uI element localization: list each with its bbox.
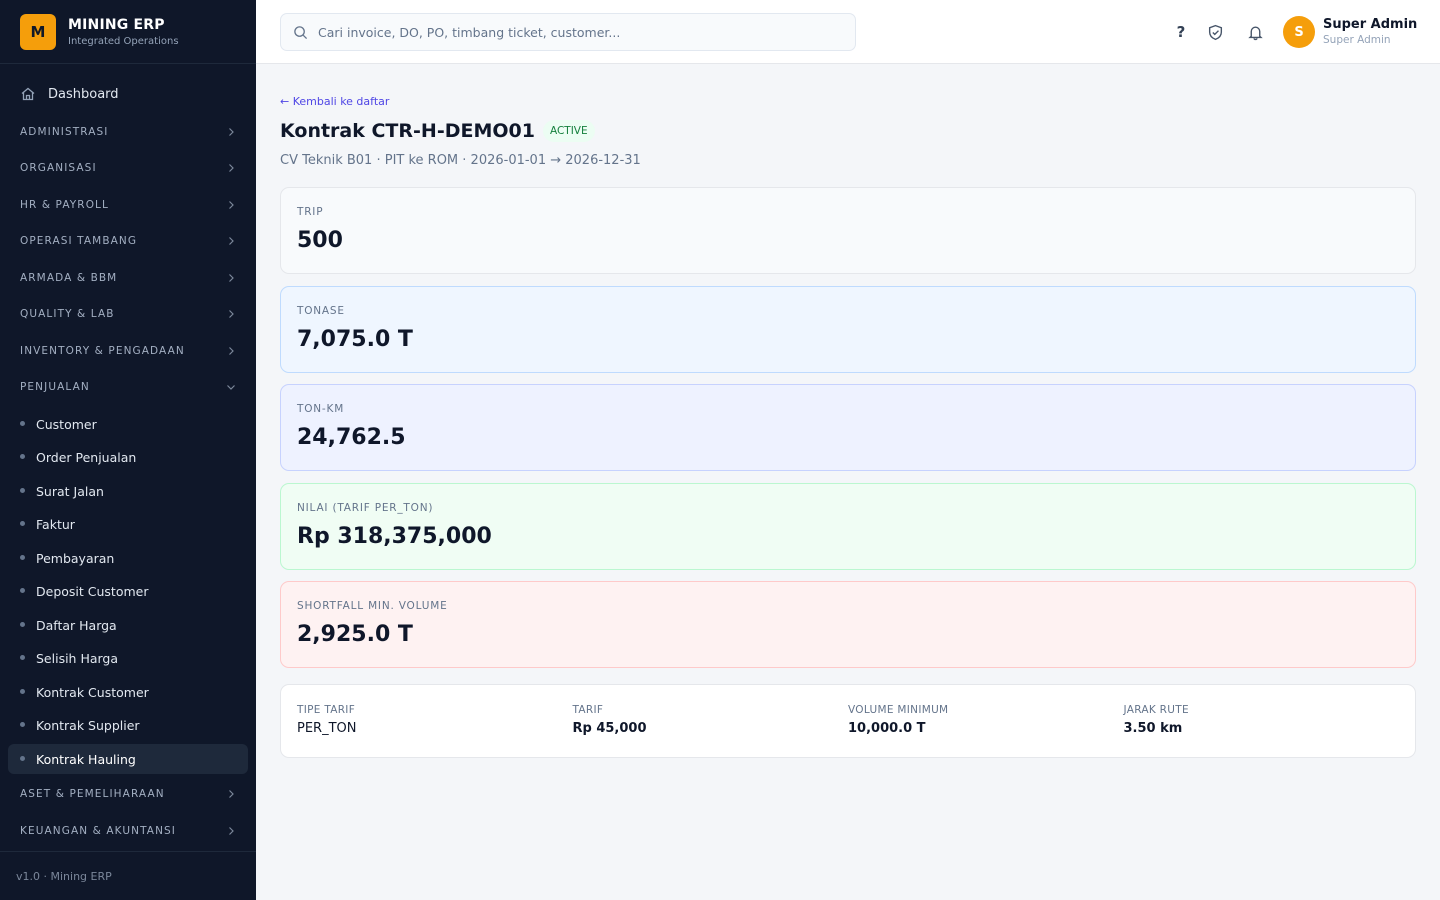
user-menu[interactable]: Super Admin Super Admin xyxy=(1323,17,1417,46)
stat-value: Rp 318,375,000 xyxy=(297,524,492,549)
status-badge: ACTIVE xyxy=(542,120,595,142)
sidebar-section-armada-bbm[interactable]: ARMADA & BBM xyxy=(8,264,248,292)
user-name: Super Admin xyxy=(1323,17,1418,32)
stat-card-tonase: TONASE 7,075.0 T xyxy=(280,286,1416,373)
bullet-icon xyxy=(20,689,25,694)
bullet-icon xyxy=(20,622,25,627)
brand-subtitle: Integrated Operations xyxy=(68,35,179,47)
sidebar-item-dashboard[interactable]: Dashboard xyxy=(8,78,248,110)
sidebar-item-customer[interactable]: Customer xyxy=(8,409,248,439)
chevron-right-icon xyxy=(229,237,234,245)
stat-card-trip: TRIP 500 xyxy=(280,187,1416,274)
stat-card-ton-km: TON-KM 24,762.5 xyxy=(280,384,1416,471)
shield-check-icon[interactable] xyxy=(1205,22,1225,42)
bullet-icon xyxy=(20,722,25,727)
detail-tarif: TARIF Rp 45,000 xyxy=(572,704,647,736)
brand-title: MINING ERP xyxy=(68,16,165,33)
stat-label: NILAI (TARIF PER_TON) xyxy=(297,502,434,514)
contract-details: TIPE TARIF PER_TON TARIF Rp 45,000 VOLUM… xyxy=(280,684,1416,758)
sidebar-section-penjualan[interactable]: PENJUALAN xyxy=(8,373,248,401)
bullet-icon xyxy=(20,756,25,761)
topbar: ? S Super Admin Super Admin xyxy=(256,0,1440,64)
sidebar-section-hr-payroll[interactable]: HR & PAYROLL xyxy=(8,191,248,219)
bullet-icon xyxy=(20,421,25,426)
search-icon xyxy=(294,25,308,39)
sidebar-item-deposit-customer[interactable]: Deposit Customer xyxy=(8,576,248,606)
sidebar-item-selisih-harga[interactable]: Selisih Harga xyxy=(8,643,248,673)
stat-card-nilai: NILAI (TARIF PER_TON) Rp 318,375,000 xyxy=(280,483,1416,570)
chevron-right-icon xyxy=(229,310,234,318)
detail-volume-minimum: VOLUME MINIMUM 10,000.0 T xyxy=(848,704,949,736)
sidebar-item-surat-jalan[interactable]: Surat Jalan xyxy=(8,476,248,506)
stat-value: 24,762.5 xyxy=(297,425,406,450)
sidebar-section-quality-lab[interactable]: QUALITY & LAB xyxy=(8,300,248,328)
chevron-right-icon xyxy=(229,347,234,355)
sidebar-item-daftar-harga[interactable]: Daftar Harga xyxy=(8,610,248,640)
brand: M MINING ERP Integrated Operations xyxy=(0,0,256,64)
back-link[interactable]: ← Kembali ke daftar xyxy=(280,95,389,108)
detail-tipe-tarif: TIPE TARIF PER_TON xyxy=(297,704,357,736)
sidebar-item-pembayaran[interactable]: Pembayaran xyxy=(8,543,248,573)
bell-icon[interactable] xyxy=(1245,22,1265,42)
stat-value: 500 xyxy=(297,228,343,253)
chevron-right-icon xyxy=(229,274,234,282)
sidebar-section-operasi-tambang[interactable]: OPERASI TAMBANG xyxy=(8,227,248,255)
sidebar-item-kontrak-customer[interactable]: Kontrak Customer xyxy=(8,677,248,707)
stat-label: TONASE xyxy=(297,305,345,317)
bullet-icon xyxy=(20,655,25,660)
chevron-right-icon xyxy=(229,201,234,209)
sidebar-section-keuangan-akuntansi[interactable]: KEUANGAN & AKUNTANSI xyxy=(8,817,248,845)
page-subtitle: CV Teknik B01 · PIT ke ROM · 2026-01-01 … xyxy=(280,153,641,168)
bullet-icon xyxy=(20,521,25,526)
sidebar-item-order-penjualan[interactable]: Order Penjualan xyxy=(8,442,248,472)
stat-label: TRIP xyxy=(297,206,324,218)
brand-logo: M xyxy=(20,13,56,50)
sidebar-section-administrasi[interactable]: ADMINISTRASI xyxy=(8,118,248,146)
search-input[interactable] xyxy=(318,24,838,40)
chevron-right-icon xyxy=(229,164,234,172)
avatar[interactable]: S xyxy=(1283,16,1315,48)
sidebar-item-kontrak-hauling[interactable]: Kontrak Hauling xyxy=(8,744,248,774)
sidebar-footer: v1.0 · Mining ERP xyxy=(0,851,256,900)
sidebar-section-organisasi[interactable]: ORGANISASI xyxy=(8,154,248,182)
stat-label: TON-KM xyxy=(297,403,345,415)
stat-value: 7,075.0 T xyxy=(297,327,413,352)
sidebar-section-inventory-pengadaan[interactable]: INVENTORY & PENGADAAN xyxy=(8,337,248,365)
search-box[interactable] xyxy=(280,13,856,51)
sidebar-item-kontrak-supplier[interactable]: Kontrak Supplier xyxy=(8,710,248,740)
stat-card-shortfall: SHORTFALL MIN. VOLUME 2,925.0 T xyxy=(280,581,1416,668)
chevron-right-icon xyxy=(229,827,234,835)
help-icon[interactable]: ? xyxy=(1171,22,1191,42)
chevron-down-icon xyxy=(227,385,235,390)
bullet-icon xyxy=(20,454,25,459)
home-icon xyxy=(21,87,35,101)
bullet-icon xyxy=(20,555,25,560)
stat-value: 2,925.0 T xyxy=(297,622,413,647)
sidebar-item-faktur[interactable]: Faktur xyxy=(8,509,248,539)
page-title: Kontrak CTR-H-DEMO01 xyxy=(280,120,535,142)
sidebar-section-aset-pemeliharaan[interactable]: ASET & PEMELIHARAAN xyxy=(8,780,248,808)
sidebar: M MINING ERP Integrated Operations Dashb… xyxy=(0,0,256,900)
sidebar-item-label: Dashboard xyxy=(48,86,119,102)
detail-jarak-rute: JARAK RUTE 3.50 km xyxy=(1123,704,1189,736)
stat-label: SHORTFALL MIN. VOLUME xyxy=(297,600,448,612)
bullet-icon xyxy=(20,588,25,593)
chevron-right-icon xyxy=(229,128,234,136)
bullet-icon xyxy=(20,488,25,493)
user-role: Super Admin xyxy=(1323,34,1391,46)
chevron-right-icon xyxy=(229,790,234,798)
